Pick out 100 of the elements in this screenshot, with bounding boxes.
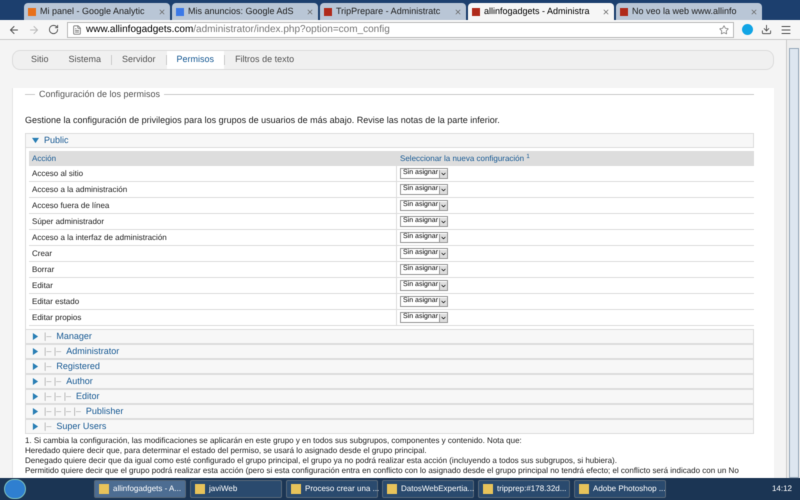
intro-text: Gestione la configuración de privilegios para los grupos de usuarios de más abajo. Revise las notas de la parte inferior. xyxy=(25,114,501,127)
tab-title: Mi panel - Google Analytic xyxy=(40,4,146,18)
collapsed-triangle-icon[interactable] xyxy=(32,333,39,340)
menu-icon[interactable] xyxy=(780,24,792,36)
collapsed-triangle-icon[interactable] xyxy=(32,408,39,415)
group-header[interactable]: |– |– |– Editor xyxy=(25,389,754,404)
page-icon xyxy=(72,24,82,34)
start-button[interactable] xyxy=(4,479,26,499)
close-icon[interactable] xyxy=(750,8,758,16)
group-name: Manager xyxy=(56,330,92,343)
close-icon[interactable] xyxy=(454,8,462,16)
dropdown-caret-icon xyxy=(439,314,447,322)
group-name: Editor xyxy=(76,390,100,403)
app-icon xyxy=(579,484,589,494)
taskbar-item[interactable]: javiWeb xyxy=(190,480,282,498)
app-icon xyxy=(387,484,397,494)
app-icon xyxy=(291,484,301,494)
table-cell: Editar xyxy=(29,278,397,293)
tree-prefix: |– xyxy=(44,330,52,343)
group-header[interactable]: |– Super Users xyxy=(25,419,754,434)
table-cell: Acceso a la interfaz de administración xyxy=(29,230,397,245)
table-cell: Borrar xyxy=(29,262,397,277)
group-name: Registered xyxy=(56,360,100,373)
app-icon xyxy=(99,484,109,494)
config-tab[interactable]: Sistema xyxy=(58,51,112,69)
table-cell: Súper administrador xyxy=(29,214,397,229)
table-cell: Crear xyxy=(29,246,397,261)
taskbar-item[interactable]: Adobe Photoshop ... xyxy=(574,480,666,498)
extension-icon[interactable] xyxy=(742,24,753,35)
group-header[interactable]: Public xyxy=(25,133,754,148)
tree-prefix: |– |– |– |– xyxy=(44,404,81,418)
table-cell: Editar propios xyxy=(29,310,397,325)
url-text: www.allinfogadgets.com/administrator/index.php?option=com_config xyxy=(86,23,390,37)
group-header[interactable]: |– |– |– |– Publisher xyxy=(25,404,754,419)
close-icon[interactable] xyxy=(306,8,314,16)
back-icon[interactable] xyxy=(8,24,20,36)
app-icon xyxy=(483,484,493,494)
group-name: Author xyxy=(66,374,93,388)
bookmark-star-icon[interactable] xyxy=(719,24,729,34)
group-header[interactable]: |– |– Administrator xyxy=(25,344,754,359)
dropdown-caret-icon xyxy=(439,282,447,290)
group-name: Super Users xyxy=(56,420,106,433)
note-text: Permitido quiere decir que el grupo podrá realizar esta acción (pero si esta configuración entra en conflicto con lo asignado desde el grupo principal no tendrá efecto; el conflicto será indicado con un No xyxy=(25,466,740,476)
tab-title: TripPrepare - Administratc xyxy=(336,4,442,18)
column-header: Acción xyxy=(31,152,58,164)
tab-title: allinfogadgets - Administra xyxy=(484,4,591,18)
config-tab[interactable]: Filtros de texto xyxy=(225,51,304,69)
address-field[interactable]: www.allinfogadgets.com/administrator/index.php?option=com_config xyxy=(67,22,734,38)
dropdown-caret-icon xyxy=(439,170,447,178)
note-text: Heredado quiere decir que, para determinar el estado del permiso, se usará lo asignado desde el grupo principal. xyxy=(25,446,428,456)
note-text: 1. Si cambia la configuración, las modificaciones se aplicarán en este grupo y en todos sus subgrupos, componentes y contenido. Nota que: xyxy=(25,436,523,446)
browser-tab[interactable]: No veo la web www.allinfo xyxy=(616,3,762,20)
group-header[interactable]: |– Registered xyxy=(25,359,754,374)
note-text: Denegado quiere decir que da igual como esté configurado el grupo principal, el grupo ya no podrá realizar esta acción (incluyendo a todos sus subgrupos, si hubiera). xyxy=(25,456,618,466)
reload-icon[interactable] xyxy=(48,24,59,35)
group-name: Public xyxy=(44,134,69,147)
collapsed-triangle-icon[interactable] xyxy=(32,393,39,400)
tree-prefix: |– |– xyxy=(44,344,62,358)
table-cell: Acceso fuera de línea xyxy=(29,198,397,213)
config-tab[interactable]: Servidor xyxy=(112,51,166,69)
group-name: Administrator xyxy=(66,344,120,358)
config-tab[interactable]: Permisos xyxy=(166,51,224,69)
clock-text: 14:12 xyxy=(772,483,793,495)
table-cell: Editar estado xyxy=(29,294,397,309)
collapsed-triangle-icon[interactable] xyxy=(32,378,39,385)
close-icon[interactable] xyxy=(158,8,166,16)
collapsed-triangle-icon[interactable] xyxy=(32,363,39,370)
browser-tab[interactable]: TripPrepare - Administratc xyxy=(320,3,466,20)
group-header[interactable]: |– Manager xyxy=(25,329,754,344)
browser-tab[interactable]: Mi panel - Google Analytic xyxy=(24,3,170,20)
tree-prefix: |– |– xyxy=(44,374,62,388)
close-icon[interactable] xyxy=(602,8,610,16)
group-header[interactable]: |– |– Author xyxy=(25,374,754,389)
taskbar-item[interactable]: allinfogadgets - A... xyxy=(94,480,186,498)
fieldset-legend: Configuración de los permisos xyxy=(39,88,160,102)
group-name: Publisher xyxy=(86,404,124,418)
taskbar-item[interactable]: tripprep:#178.32d... xyxy=(478,480,570,498)
tab-title: Mis anuncios: Google AdS xyxy=(188,4,295,18)
collapsed-triangle-icon[interactable] xyxy=(32,348,39,355)
dropdown-caret-icon xyxy=(439,202,447,210)
dropdown-caret-icon xyxy=(439,298,447,306)
dropdown-caret-icon xyxy=(439,218,447,226)
table-cell: Acceso al sitio xyxy=(29,166,397,181)
tree-prefix: |– xyxy=(44,360,52,373)
dropdown-caret-icon xyxy=(439,186,447,194)
dropdown-caret-icon xyxy=(439,234,447,242)
column-header: Seleccionar la nueva configuración $^{1}$ xyxy=(399,152,530,164)
app-icon xyxy=(195,484,205,494)
browser-tab[interactable]: allinfogadgets - Administra xyxy=(468,3,614,20)
tree-prefix: |– xyxy=(44,420,52,433)
taskbar-item[interactable]: Proceso crear una ... xyxy=(286,480,378,498)
download-icon[interactable] xyxy=(761,24,772,35)
expanded-triangle-icon[interactable] xyxy=(32,137,39,144)
dropdown-caret-icon xyxy=(439,266,447,274)
dropdown-caret-icon xyxy=(439,250,447,258)
tree-prefix: |– |– |– xyxy=(44,390,72,403)
taskbar-item[interactable]: DatosWebExpertia... xyxy=(382,480,474,498)
collapsed-triangle-icon[interactable] xyxy=(32,423,39,430)
config-tab[interactable]: Sitio xyxy=(21,51,59,69)
browser-tab[interactable]: Mis anuncios: Google AdS xyxy=(172,3,318,20)
